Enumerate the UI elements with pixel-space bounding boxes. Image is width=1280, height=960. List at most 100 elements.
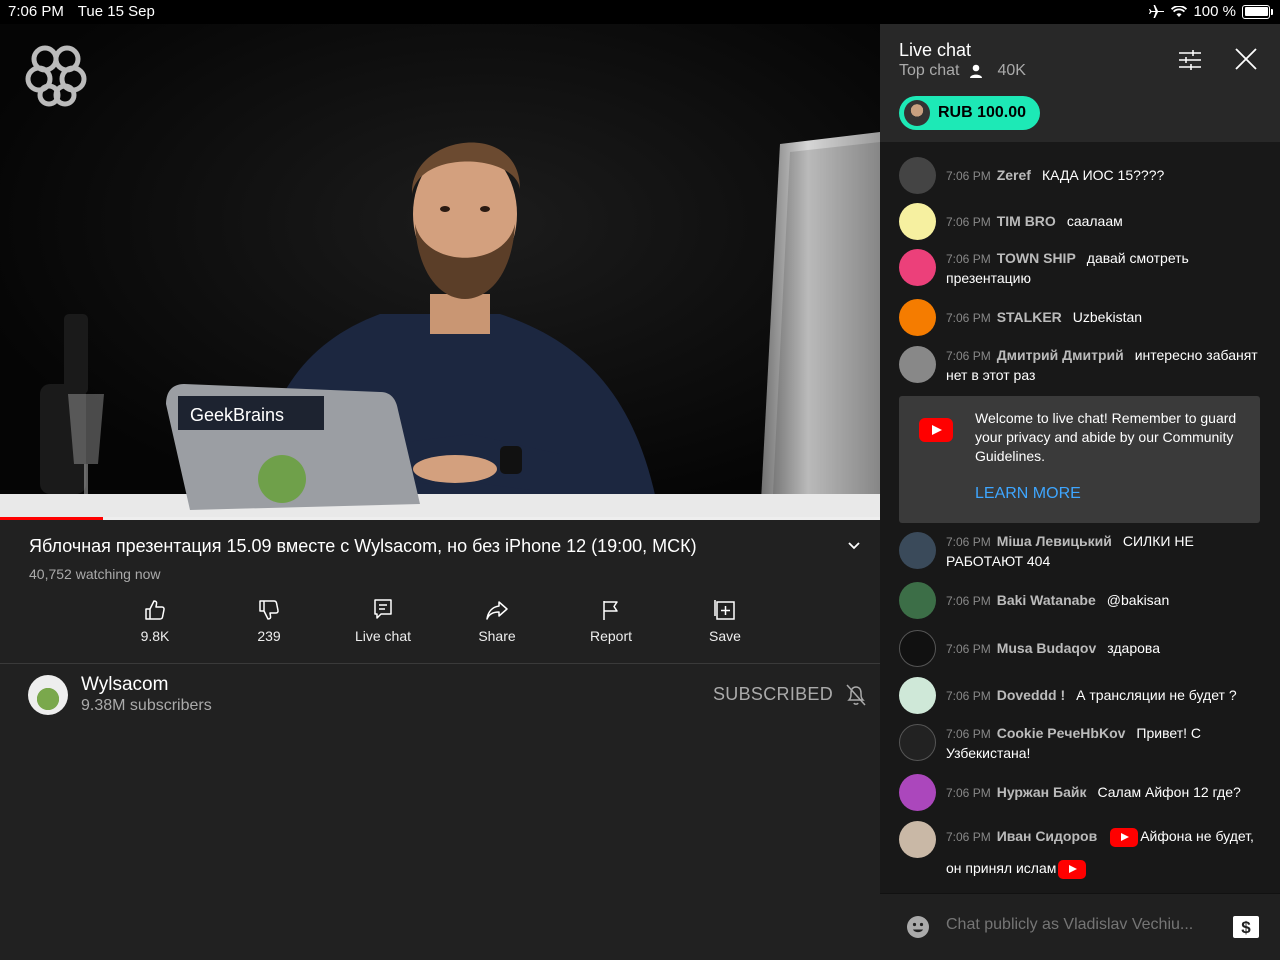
channel-avatar[interactable] [28, 675, 68, 715]
report-label: Report [589, 628, 633, 644]
video-title: Яблочная презентация 15.09 вместе с Wyls… [29, 536, 697, 556]
chat-message[interactable]: 7:06 PM Міша Левицький СИЛКИ НЕ РАБОТАЮТ 4… [899, 532, 1264, 571]
chat-mode-selector[interactable]: Top chat 40K [899, 62, 1026, 80]
dislike-count: 239 [257, 628, 281, 644]
viewer-count: 40K [997, 62, 1026, 79]
channel-subscribers: 9.38M subscribers [81, 697, 212, 714]
dislike-button[interactable]: 239 [212, 598, 326, 644]
chat-message[interactable]: 7:06 PM Дмитрий Дмитрий интересно забанят … [899, 346, 1264, 385]
chat-avatar [899, 532, 936, 569]
filter-sliders-icon[interactable] [1178, 49, 1202, 71]
chat-avatar [899, 630, 936, 667]
chat-title: Live chat [899, 40, 972, 60]
chat-message[interactable]: 7:06 PM Baki Watanabe @bakisan [899, 582, 1264, 619]
close-icon[interactable] [1235, 48, 1257, 70]
chat-avatar [899, 724, 936, 761]
message-time: 7:06 PM [946, 594, 991, 608]
message-author: Cookie PeчeHbKov [996, 725, 1126, 741]
chat-avatar [899, 582, 936, 619]
battery-icon [1242, 4, 1273, 19]
chat-message[interactable]: 7:06 PM Иван Сидоров Айфона не будет, он п… [899, 821, 1264, 884]
message-time: 7:06 PM [946, 727, 991, 741]
chat-avatar [899, 299, 936, 336]
share-label: Share [478, 628, 516, 644]
save-button[interactable]: Save [668, 598, 782, 644]
thumbs-down-icon [259, 600, 279, 620]
message-time: 7:06 PM [946, 786, 991, 800]
share-icon [486, 601, 508, 620]
divider [0, 663, 880, 664]
laptop-sticker-text: GeekBrains [190, 405, 284, 425]
message-time: 7:06 PM [946, 349, 991, 363]
welcome-banner: Welcome to live chat! Remember to guard … [899, 396, 1260, 523]
youtube-logo-icon [919, 418, 953, 442]
wifi-icon [1171, 5, 1188, 17]
chat-header: Live chat Top chat 40K RUB 100.00 [880, 24, 1280, 142]
video-frame: GeekBrains [0, 24, 880, 520]
flag-icon [603, 601, 618, 620]
watching-count: 40,752 watching now [29, 566, 161, 582]
chat-input[interactable] [946, 916, 1216, 934]
chat-message[interactable]: 7:06 PM STALKER Uzbekistan [899, 299, 1264, 336]
message-author: TIM BRO [996, 213, 1056, 229]
bell-off-icon[interactable] [845, 683, 867, 707]
person-icon [970, 64, 983, 78]
status-date: Tue 15 Sep [77, 3, 155, 20]
message-author: Иван Сидоров [996, 828, 1098, 844]
save-label: Save [709, 628, 741, 644]
geekbrains-logo-icon [25, 45, 87, 107]
superchat-avatar [904, 100, 930, 126]
youtube-emoji-icon [1058, 859, 1087, 879]
message-time: 7:06 PM [946, 252, 991, 266]
share-button[interactable]: Share [440, 598, 554, 644]
battery-percent: 100 % [1193, 3, 1236, 20]
message-time: 7:06 PM [946, 642, 991, 656]
super-chat-dollar-icon[interactable]: $ [1232, 915, 1260, 939]
live-chat-button[interactable]: Live chat [326, 598, 440, 644]
message-text: саалаам [1066, 213, 1123, 229]
superchat-ticker[interactable]: RUB 100.00 [899, 96, 1041, 130]
message-author: Zeref [996, 167, 1031, 183]
chat-avatar [899, 677, 936, 714]
chat-message[interactable]: 7:06 PM Musa Budaqov здарова [899, 630, 1264, 667]
chat-message[interactable]: 7:06 PM Cookie PeчeHbKov Привет! С Узбекис… [899, 724, 1264, 763]
like-count: 9.8K [140, 628, 170, 644]
chat-avatar [899, 346, 936, 383]
chat-mode-label: Top chat [899, 62, 960, 79]
status-time: 7:06 PM [8, 3, 64, 20]
emoji-icon[interactable] [906, 915, 930, 939]
thumbs-up-icon [145, 600, 165, 620]
message-text: КАДА ИОС 15???? [1041, 167, 1165, 183]
subscribe-button[interactable]: SUBSCRIBED [713, 684, 833, 705]
message-text: Айфона не будет, он принял ислам [946, 828, 1254, 876]
like-button[interactable]: 9.8K [98, 598, 212, 644]
report-button[interactable]: Report [554, 598, 668, 644]
chat-message[interactable]: 7:06 PM TIM BRO саалаам [899, 203, 1264, 240]
message-author: Baki Watanabe [996, 592, 1096, 608]
message-time: 7:06 PM [946, 215, 991, 229]
chat-message[interactable]: 7:06 PM Zeref КАДА ИОС 15???? [899, 157, 1264, 194]
chat-message[interactable]: 7:06 PM Нуржан Байк Салам Айфон 12 где? [899, 774, 1264, 811]
live-chat-icon [374, 599, 392, 619]
channel-name[interactable]: Wylsacom [81, 674, 168, 696]
message-author: TOWN SHIP [996, 250, 1076, 266]
message-text: Uzbekistan [1072, 309, 1143, 325]
youtube-emoji-icon [1110, 827, 1139, 847]
superchat-amount: RUB 100.00 [938, 104, 1027, 121]
message-text: Салам Айфон 12 где? [1097, 784, 1241, 800]
chat-avatar [899, 249, 936, 286]
message-author: Міша Левицький [996, 533, 1112, 549]
message-author: Doveddd ! [996, 687, 1066, 703]
message-text: @bakisan [1106, 592, 1170, 608]
live-chat-panel: Live chat Top chat 40K RUB 100.00 7:06 P… [880, 24, 1280, 960]
chat-message[interactable]: 7:06 PM TOWN SHIP давай смотреть презентац… [899, 249, 1264, 288]
message-text: здарова [1107, 640, 1160, 656]
chat-message[interactable]: 7:06 PM Doveddd ! А трансляции не будет ? [899, 677, 1264, 714]
airplane-icon [1149, 4, 1165, 18]
chevron-down-icon[interactable] [846, 538, 862, 554]
video-player[interactable]: GeekBrains [0, 24, 880, 520]
message-time: 7:06 PM [946, 689, 991, 703]
live-chat-label: Live chat [354, 628, 412, 644]
message-text: А трансляции не будет ? [1076, 687, 1237, 703]
learn-more-link[interactable]: LEARN MORE [975, 485, 1081, 503]
